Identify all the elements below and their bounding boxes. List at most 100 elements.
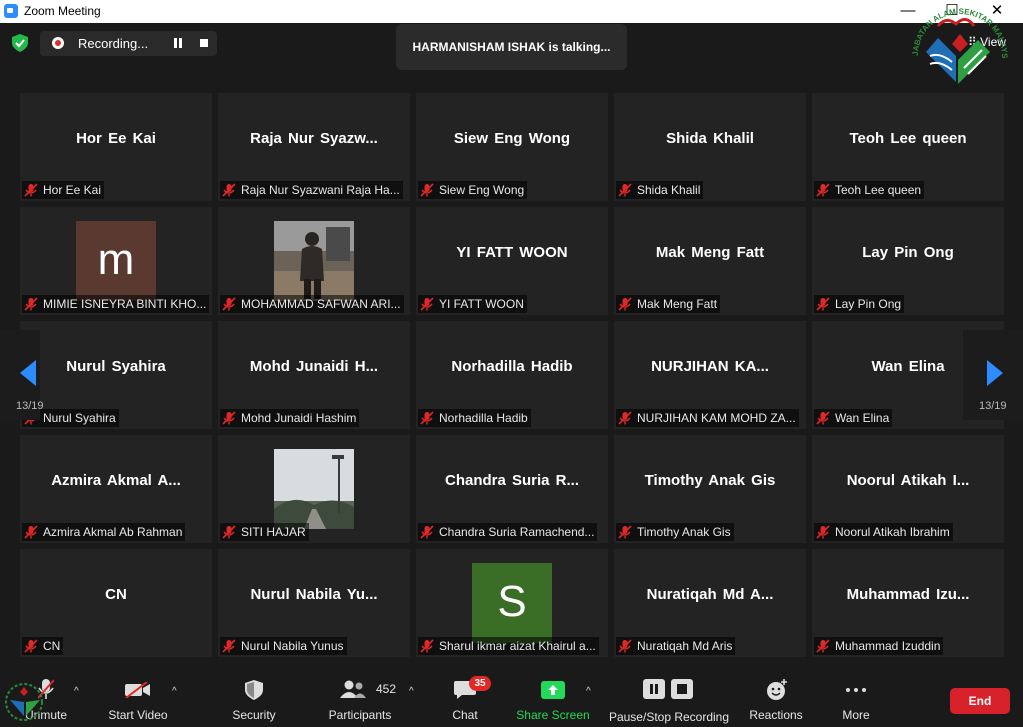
participant-tile[interactable]: Nurul Nabila Yu... Nurul Nabila Yunus	[218, 549, 410, 657]
participant-tile[interactable]: Nuratiqah Md A... Nuratiqah Md Aris	[614, 549, 806, 657]
security-shield-toolbar-icon	[245, 680, 263, 700]
participant-name: Azmira Akmal Ab Rahman	[43, 525, 183, 539]
participant-display-name: Hor Ee Kai	[76, 130, 156, 147]
pause-stop-recording-button[interactable]: Pause/Stop Recording	[606, 668, 732, 727]
share-options-chevron-icon[interactable]: ^	[586, 686, 594, 697]
video-grid: Hor Ee Kai Hor Ee Kai Raja Nur Syazw... Raj…	[20, 93, 1004, 657]
participant-name-tag: Raja Nur Syazwani Raja Ha...	[220, 181, 403, 199]
participants-options-chevron-icon[interactable]: ^	[409, 686, 417, 697]
participant-display-name: Lay Pin Ong	[862, 244, 954, 261]
participant-tile[interactable]: NURJIHAN KA... NURJIHAN KAM MOHD ZA...	[614, 321, 806, 429]
logo-text: JABATAN ALAM SEKITAR MALAYSIA	[908, 4, 1009, 59]
muted-mic-icon	[618, 297, 632, 311]
start-video-button[interactable]: Start Video	[104, 668, 172, 727]
reactions-emoji-icon	[767, 679, 787, 700]
security-shield-icon[interactable]	[12, 34, 28, 52]
video-options-chevron-icon[interactable]: ^	[172, 686, 180, 697]
muted-mic-icon	[618, 525, 632, 539]
end-meeting-button[interactable]: End	[950, 688, 1010, 714]
left-arrow-icon	[20, 360, 36, 386]
participant-name: Hor Ee Kai	[43, 183, 102, 197]
participant-tile[interactable]: Azmira Akmal A... Azmira Akmal Ab Rahman	[20, 435, 212, 543]
next-page-button[interactable]: 13/19	[963, 330, 1023, 420]
participant-tile[interactable]: Siew Eng Wong Siew Eng Wong	[416, 93, 608, 201]
more-label: More	[842, 708, 870, 722]
muted-mic-icon	[816, 297, 830, 311]
participant-tile[interactable]: S Sharul ikmar aizat Khairul a...	[416, 549, 608, 657]
participant-name-tag: Sharul ikmar aizat Khairul a...	[418, 637, 599, 655]
more-button[interactable]: More	[830, 668, 882, 727]
participant-name: YI FATT WOON	[439, 297, 524, 311]
more-dots-icon	[846, 688, 866, 692]
participant-tile[interactable]: Nurul Syahira Nurul Syahira	[20, 321, 212, 429]
muted-mic-icon	[420, 525, 434, 539]
participant-name-tag: NURJIHAN KAM MOHD ZA...	[616, 409, 799, 427]
recording-label: Recording...	[78, 36, 149, 51]
participant-tile[interactable]: Raja Nur Syazw... Raja Nur Syazwani Raja …	[218, 93, 410, 201]
participant-display-name: Nurul Nabila Yu...	[250, 586, 378, 603]
participant-tile[interactable]: MOHAMMAD SAFWAN ARI...	[218, 207, 410, 315]
participant-display-name: NURJIHAN KA...	[651, 358, 769, 375]
right-arrow-icon	[987, 360, 1003, 386]
participant-display-name: Mak Meng Fatt	[655, 244, 765, 261]
muted-mic-icon	[618, 639, 632, 653]
svg-text:JABATAN ALAM SEKITAR MALAYSIA: JABATAN ALAM SEKITAR MALAYSIA	[908, 4, 1009, 59]
muted-mic-icon	[420, 411, 434, 425]
participant-tile[interactable]: Timothy Anak Gis Timothy Anak Gis	[614, 435, 806, 543]
participants-button[interactable]: Participants	[322, 668, 398, 727]
participant-tile[interactable]: Teoh Lee queen Teoh Lee queen	[812, 93, 1004, 201]
participant-tile[interactable]: m MIMIE ISNEYRA BINTI KHO...	[20, 207, 212, 315]
participant-name-tag: CN	[22, 637, 64, 655]
participant-name: NURJIHAN KAM MOHD ZA...	[637, 411, 796, 425]
participant-tile[interactable]: Mak Meng Fatt Mak Meng Fatt	[614, 207, 806, 315]
participant-tile[interactable]: Muhammad Izu... Muhammad Izuddin	[812, 549, 1004, 657]
stop-recording-icon[interactable]	[200, 39, 208, 47]
window-title: Zoom Meeting	[24, 4, 101, 18]
participant-tile[interactable]: Norhadilla Hadib Norhadilla Hadib	[416, 321, 608, 429]
participant-tile[interactable]: Mohd Junaidi H... Mohd Junaidi Hashim	[218, 321, 410, 429]
participants-count: 452	[376, 682, 397, 696]
previous-page-button[interactable]: 13/19	[0, 330, 44, 420]
participant-name-tag: Wan Elina	[814, 409, 893, 427]
participant-name: MOHAMMAD SAFWAN ARI...	[241, 297, 401, 311]
participant-tile[interactable]: Shida Khalil Shida Khalil	[614, 93, 806, 201]
participant-tile[interactable]: YI FATT WOON YI FATT WOON	[416, 207, 608, 315]
share-screen-button[interactable]: Share Screen	[512, 668, 594, 727]
participant-display-name: Nuratiqah Md A...	[646, 586, 774, 603]
jas-mini-logo	[5, 683, 43, 721]
participant-tile[interactable]: CN CN	[20, 549, 212, 657]
muted-mic-icon	[420, 183, 434, 197]
participants-label: Participants	[328, 708, 392, 722]
meeting-toolbar: Unmute ^ Start Video ^ Security Particip…	[0, 668, 1023, 727]
participant-tile[interactable]: Chandra Suria R... Chandra Suria Ramachen…	[416, 435, 608, 543]
participant-tile[interactable]: Noorul Atikah I... Noorul Atikah Ibrahim	[812, 435, 1004, 543]
participant-display-name: Siew Eng Wong	[453, 130, 571, 147]
participant-tile[interactable]: SITI HAJAR	[218, 435, 410, 543]
participant-name: Nuratiqah Md Aris	[637, 639, 733, 653]
participant-name: CN	[43, 639, 61, 653]
participant-photo	[274, 221, 354, 301]
participant-tile[interactable]: Lay Pin Ong Lay Pin Ong	[812, 207, 1004, 315]
audio-options-chevron-icon[interactable]: ^	[74, 686, 82, 697]
participant-display-name: Chandra Suria R...	[444, 472, 580, 489]
chat-unread-badge: 35	[469, 676, 491, 691]
video-camera-off-icon	[125, 682, 150, 698]
muted-mic-icon	[222, 297, 236, 311]
reactions-button[interactable]: Reactions	[746, 668, 806, 727]
security-label: Security	[232, 708, 276, 722]
muted-mic-icon	[24, 525, 38, 539]
participant-name-tag: Timothy Anak Gis	[616, 523, 734, 541]
security-button[interactable]: Security	[224, 668, 284, 727]
page-indicator-left: 13/19	[16, 400, 44, 412]
participant-name: Nurul Nabila Yunus	[241, 639, 344, 653]
participant-tile[interactable]: Hor Ee Kai Hor Ee Kai	[20, 93, 212, 201]
muted-mic-icon	[222, 639, 236, 653]
muted-mic-icon	[222, 183, 236, 197]
share-screen-icon	[541, 681, 565, 699]
page-indicator-right: 13/19	[979, 400, 1007, 412]
participant-display-name: Raja Nur Syazw...	[250, 130, 378, 147]
participant-photo	[274, 449, 354, 529]
muted-mic-icon	[24, 297, 38, 311]
participant-name-tag: Nurul Nabila Yunus	[220, 637, 347, 655]
pause-recording-icon[interactable]	[173, 38, 183, 48]
